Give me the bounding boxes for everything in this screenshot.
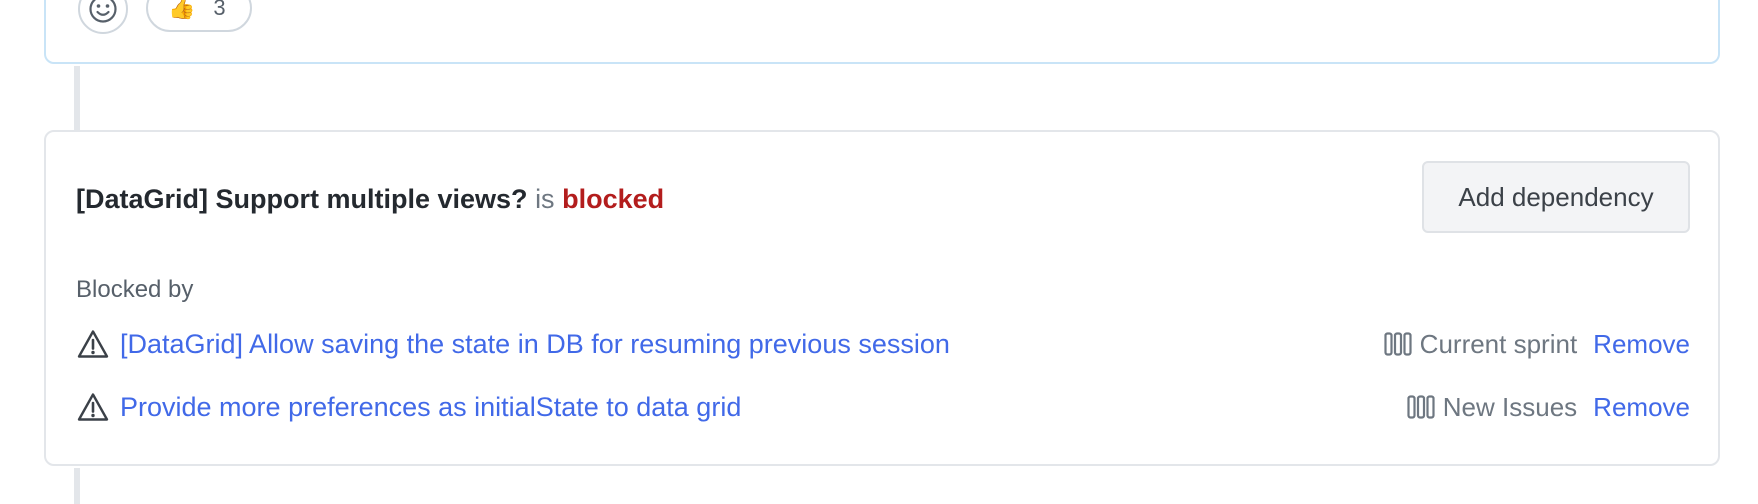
project-name: New Issues xyxy=(1442,391,1578,422)
blocked-status: blocked xyxy=(562,184,665,214)
warning-icon xyxy=(76,390,110,424)
thumbs-up-reaction[interactable]: 👍 3 xyxy=(146,0,252,32)
smiley-icon xyxy=(89,0,117,23)
issue-timeline: 👍 3 [DataGrid] Support multiple views? i… xyxy=(0,0,1758,504)
add-dependency-button[interactable]: Add dependency xyxy=(1422,161,1690,233)
dependency-panel: [DataGrid] Support multiple views? is bl… xyxy=(44,130,1720,466)
is-word: is xyxy=(535,184,555,214)
issue-title: [DataGrid] Support multiple views? xyxy=(76,184,528,214)
comment-card: 👍 3 xyxy=(44,0,1720,64)
dependency-title: [DataGrid] Support multiple views? is bl… xyxy=(76,184,664,215)
blocking-issue-link[interactable]: Provide more preferences as initialState… xyxy=(120,392,741,423)
warning-icon xyxy=(76,327,110,361)
reaction-count: 3 xyxy=(213,0,226,20)
dependency-row: [DataGrid] Allow saving the state in DB … xyxy=(76,324,1690,364)
add-reaction-button[interactable] xyxy=(78,0,128,34)
project-name: Current sprint xyxy=(1419,328,1578,359)
blocked-by-label: Blocked by xyxy=(76,276,194,303)
timeline-connector xyxy=(74,468,80,504)
thumbs-up-icon: 👍 xyxy=(168,0,196,20)
project-board-icon xyxy=(1384,330,1414,358)
dependency-meta: Current sprint Remove xyxy=(1384,329,1690,360)
blocking-issue-link[interactable]: [DataGrid] Allow saving the state in DB … xyxy=(120,329,950,360)
remove-button[interactable]: Remove xyxy=(1593,329,1690,360)
dependency-meta: New Issues Remove xyxy=(1407,392,1690,423)
project-board-icon xyxy=(1407,393,1437,421)
timeline-connector xyxy=(74,66,80,132)
remove-button[interactable]: Remove xyxy=(1593,392,1690,423)
dependency-row: Provide more preferences as initialState… xyxy=(76,387,1690,427)
